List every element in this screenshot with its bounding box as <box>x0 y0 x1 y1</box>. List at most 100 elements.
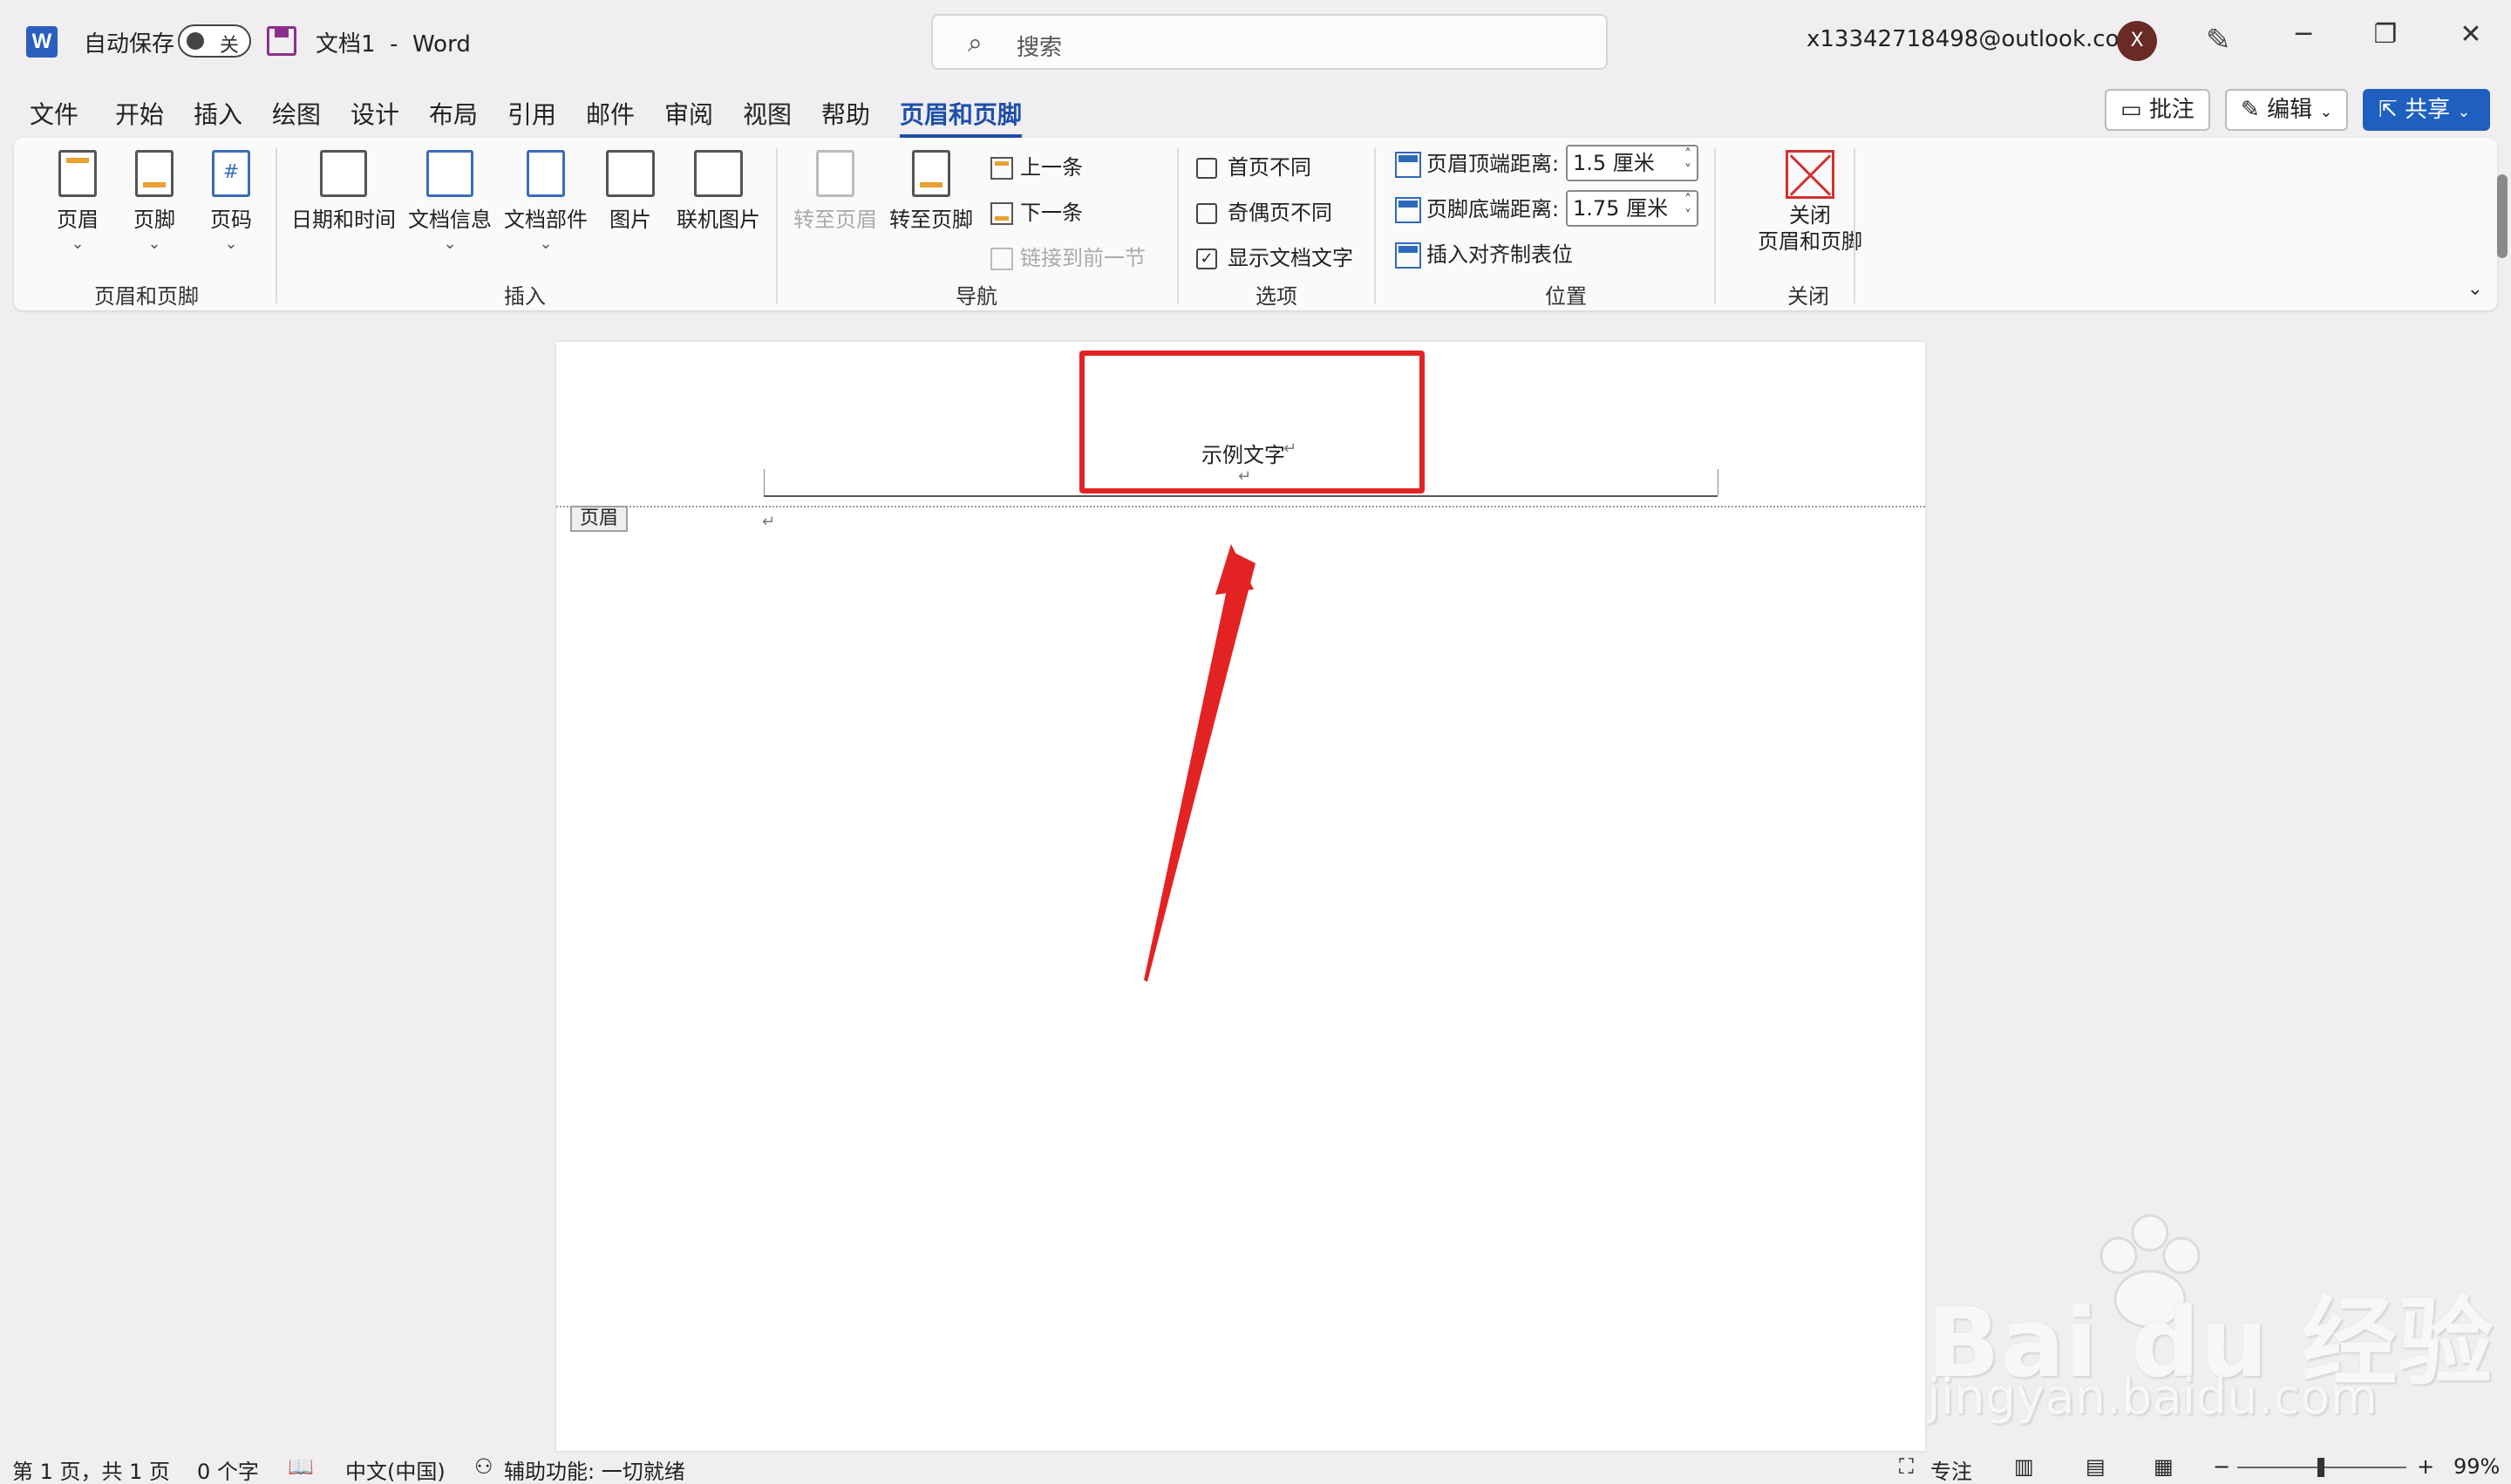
share-button[interactable]: ⇱ 共享 ⌄ <box>2363 89 2490 131</box>
read-mode-icon[interactable]: ▥ <box>2014 1454 2034 1479</box>
share-label: 共享 <box>2405 97 2451 123</box>
odd-even-pages-label: 奇偶页不同 <box>1228 201 1332 225</box>
goto-footer-button[interactable]: 转至页脚 <box>888 150 975 233</box>
page-count[interactable]: 第 1 页，共 1 页 <box>12 1454 170 1484</box>
designer-pen-icon[interactable]: ✎ <box>2206 23 2231 58</box>
word-count[interactable]: 0 个字 <box>197 1454 259 1484</box>
next-button[interactable]: 下一条 <box>990 195 1083 226</box>
pictures-button[interactable]: 图片 <box>600 150 661 233</box>
tab-layout[interactable]: 布局 <box>429 96 478 131</box>
zoom-level[interactable]: 99% <box>2453 1454 2500 1479</box>
checkmark-icon: ✓ <box>1196 248 1217 269</box>
restore-icon[interactable]: ❐ <box>2368 19 2403 50</box>
proofing-book-icon[interactable]: 📖 <box>288 1454 314 1479</box>
online-picture-icon <box>694 150 743 197</box>
zoom-in-icon[interactable]: + <box>2417 1454 2434 1479</box>
page-number-button[interactable]: # 页码 ⌄ <box>202 150 260 253</box>
show-document-text-checkbox[interactable]: ✓ 显示文档文字 <box>1196 241 1353 271</box>
group-label-close: 关闭 <box>1787 284 1829 309</box>
goto-header-icon <box>816 150 854 197</box>
autosave-label: 自动保存 <box>84 31 175 58</box>
comment-icon: ▭ <box>2120 97 2142 123</box>
group-label-insert: 插入 <box>504 284 546 309</box>
header-boundary-line <box>556 506 1925 507</box>
spinner-arrows-icon[interactable]: ˄ ˅ <box>1684 192 1691 223</box>
close-red-x-icon <box>1786 150 1834 199</box>
tab-draw[interactable]: 绘图 <box>272 96 321 131</box>
group-label-options: 选项 <box>1256 284 1297 309</box>
tab-references[interactable]: 引用 <box>507 96 556 131</box>
save-icon[interactable] <box>267 26 296 56</box>
quick-parts-button[interactable]: 文档部件 ⌄ <box>502 150 589 253</box>
chevron-down-icon: ⌄ <box>2457 103 2471 121</box>
close-label-line1: 关闭 <box>1789 203 1831 228</box>
tab-help[interactable]: 帮助 <box>821 96 870 131</box>
checkbox-box <box>1196 203 1217 224</box>
print-layout-icon[interactable]: ▤ <box>2086 1454 2106 1479</box>
word-app-icon: W <box>26 26 58 58</box>
odd-even-pages-checkbox[interactable]: 奇偶页不同 <box>1196 195 1332 226</box>
tab-mailings[interactable]: 邮件 <box>586 96 635 131</box>
document-title: 文档1 - Word <box>316 26 471 58</box>
footer-position-icon <box>1395 197 1421 223</box>
header-top-spinner[interactable]: 1.5 厘米 ˄ ˅ <box>1566 145 1698 181</box>
editing-button[interactable]: ✎ 编辑 ⌄ <box>2225 89 2349 131</box>
previous-button[interactable]: 上一条 <box>990 150 1083 180</box>
zoom-out-icon[interactable]: − <box>2213 1454 2230 1479</box>
goto-header-button[interactable]: 转至页眉 <box>792 150 879 233</box>
spinner-arrows-icon[interactable]: ˄ ˅ <box>1684 146 1691 178</box>
online-pictures-button[interactable]: 联机图片 <box>675 150 762 233</box>
chevron-down-icon: ⌄ <box>443 235 457 253</box>
chevron-down-icon: ⌄ <box>224 235 238 253</box>
focus-button[interactable]: 专注 <box>1930 1454 1972 1484</box>
footer-bottom-value: 1.75 厘米 <box>1573 196 1669 221</box>
close-header-footer-button[interactable]: 关闭 页眉和页脚 <box>1749 150 1871 255</box>
document-info-button[interactable]: 文档信息 ⌄ <box>406 150 493 253</box>
language-indicator[interactable]: 中文(中国) <box>345 1454 446 1484</box>
paragraph-mark: ↵ <box>762 513 776 531</box>
tab-header-footer[interactable]: 页眉和页脚 <box>900 96 1023 138</box>
toggle-knob <box>187 32 204 50</box>
ribbon-collapse-chevron-icon[interactable]: ⌄ <box>2467 278 2483 300</box>
ribbon-divider <box>276 148 277 303</box>
group-label-header-footer: 页眉和页脚 <box>94 284 199 309</box>
date-time-button[interactable]: 日期和时间 <box>291 150 396 233</box>
header-top-label: 页眉顶端距离: <box>1426 152 1560 176</box>
header-button[interactable]: 页眉 ⌄ <box>49 150 106 253</box>
tab-review[interactable]: 审阅 <box>664 96 713 131</box>
search-input[interactable]: ⌕ 搜索 <box>931 14 1608 70</box>
link-to-previous-label: 链接到前一节 <box>1020 246 1146 270</box>
picture-icon <box>606 150 655 197</box>
previous-label: 上一条 <box>1020 155 1083 180</box>
tab-insert[interactable]: 插入 <box>194 96 242 131</box>
tab-design[interactable]: 设计 <box>350 96 399 131</box>
goto-footer-icon <box>912 150 950 197</box>
comments-button[interactable]: ▭ 批注 <box>2105 89 2210 131</box>
web-layout-icon[interactable]: ▦ <box>2154 1454 2174 1479</box>
minimize-icon[interactable]: ─ <box>2286 19 2321 50</box>
checkbox-box <box>1196 158 1217 179</box>
highlight-box <box>1079 351 1425 494</box>
search-icon: ⌕ <box>968 28 983 58</box>
zoom-slider-thumb[interactable] <box>2317 1458 2324 1477</box>
avatar[interactable]: X <box>2117 21 2157 61</box>
title-bar: W 自动保存 关 文档1 - Word ⌕ 搜索 x13342718498@ou… <box>0 0 2511 84</box>
accessibility-status[interactable]: 辅助功能: 一切就绪 <box>504 1454 685 1484</box>
footer-button[interactable]: 页脚 ⌄ <box>126 150 183 253</box>
scrollbar[interactable] <box>2497 174 2508 258</box>
header-margin-mark-left <box>764 469 765 495</box>
different-first-page-checkbox[interactable]: 首页不同 <box>1196 150 1311 180</box>
insert-alignment-tab-button[interactable]: 插入对齐制表位 <box>1395 237 1573 269</box>
header-icon <box>58 150 97 197</box>
close-window-icon[interactable]: ✕ <box>2453 19 2488 50</box>
tab-file[interactable]: 文件 <box>30 96 78 131</box>
tab-view[interactable]: 视图 <box>743 96 792 131</box>
watermark-url: jingyan.baidu.com <box>1927 1369 2378 1426</box>
autosave-state: 关 <box>220 35 240 57</box>
ribbon: 页眉 ⌄ 页脚 ⌄ # 页码 ⌄ 页眉和页脚 日期和时间 文档信息 ⌄ 文档部件… <box>14 138 2497 310</box>
link-to-previous-button[interactable]: 链接到前一节 <box>990 241 1146 271</box>
account-email[interactable]: x13342718498@outlook.com <box>1807 26 2141 52</box>
autosave-toggle[interactable]: 关 <box>178 24 251 58</box>
tab-home[interactable]: 开始 <box>115 96 164 131</box>
footer-bottom-spinner[interactable]: 1.75 厘米 ˄ ˅ <box>1566 190 1698 227</box>
